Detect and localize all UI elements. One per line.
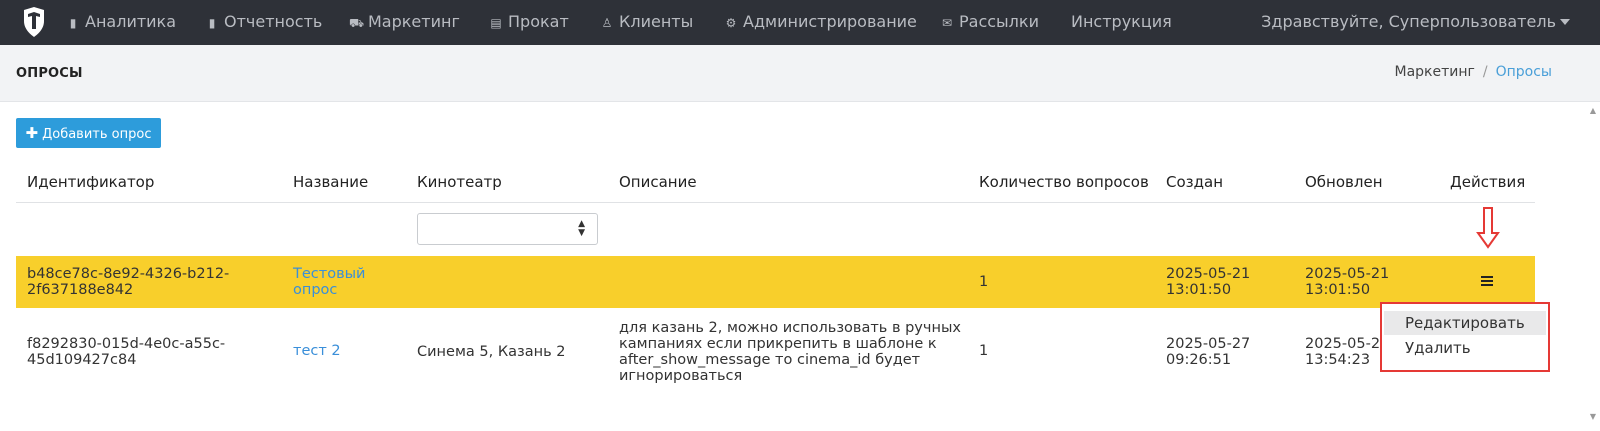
scroll-up-icon[interactable]: ▲ bbox=[1590, 106, 1596, 115]
bar-chart-icon: ▮ bbox=[208, 16, 216, 30]
page-header: ОПРОСЫ Маркетинг / Опросы bbox=[0, 45, 1600, 102]
name-line: Тестовый bbox=[293, 266, 366, 282]
nav-marketing[interactable]: ⛟ Маркетинг bbox=[349, 0, 460, 45]
cell-id: b48ce78c-8e92-4326-b212- 2f637188e842 bbox=[27, 266, 229, 298]
add-survey-button[interactable]: ✚ Добавить опрос bbox=[16, 118, 161, 148]
date-line: 2025-05-2 bbox=[1305, 336, 1381, 352]
film-icon: ▤ bbox=[490, 16, 502, 30]
user-menu[interactable]: Здравствуйте, Суперпользователь bbox=[1261, 0, 1556, 45]
cell-cinema: Синема 5, Казань 2 bbox=[417, 344, 566, 360]
id-line: f8292830-015d-4e0c-a55c- bbox=[27, 336, 226, 352]
scroll-down-icon[interactable]: ▼ bbox=[1590, 412, 1596, 421]
breadcrumb-marketing[interactable]: Маркетинг bbox=[1395, 64, 1475, 80]
breadcrumb-surveys[interactable]: Опросы bbox=[1496, 64, 1552, 80]
nav-clients[interactable]: ♙ Клиенты bbox=[600, 0, 694, 45]
time-line: 13:01:50 bbox=[1166, 282, 1232, 298]
description-line: кампаниях если прикрепить в шаблоне к bbox=[619, 336, 937, 352]
name-line: тест 2 bbox=[293, 343, 341, 359]
cell-updated: 2025-05-2 13:54:23 bbox=[1305, 336, 1380, 368]
cell-created: 2025-05-21 13:01:50 bbox=[1166, 266, 1250, 298]
time-line: 09:26:51 bbox=[1166, 352, 1232, 368]
cell-questions: 1 bbox=[979, 274, 989, 290]
description-line: after_show_message то cinema_id будет bbox=[619, 352, 921, 368]
nav-analytics[interactable]: ▮ Аналитика bbox=[66, 0, 176, 45]
cell-questions: 1 bbox=[979, 343, 989, 359]
envelope-icon: ✉ bbox=[941, 16, 953, 30]
delete-menu-item[interactable]: Удалить bbox=[1384, 336, 1546, 360]
nav-label: Клиенты bbox=[619, 12, 694, 31]
edit-menu-item[interactable]: Редактировать bbox=[1384, 311, 1546, 335]
nav-label: Инструкция bbox=[1071, 12, 1172, 31]
nav-mailings[interactable]: ✉ Рассылки bbox=[940, 0, 1039, 45]
id-line: 45d109427c84 bbox=[27, 352, 137, 368]
cell-description: для казань 2, можно использовать в ручны… bbox=[619, 320, 961, 384]
nav-reports[interactable]: ▮ Отчетность bbox=[205, 0, 323, 45]
plus-icon: ✚ bbox=[25, 124, 39, 142]
col-header-created[interactable]: Создан bbox=[1166, 173, 1223, 191]
col-header-description[interactable]: Описание bbox=[619, 173, 697, 191]
bar-chart-icon: ▮ bbox=[69, 16, 77, 30]
nav-instructions[interactable]: Инструкция bbox=[1071, 0, 1172, 45]
user-icon: ♙ bbox=[601, 16, 613, 30]
id-line: b48ce78c-8e92-4326-b212- bbox=[27, 266, 230, 282]
breadcrumb-separator: / bbox=[1482, 64, 1488, 80]
nav-label: Отчетность bbox=[224, 12, 323, 31]
cart-icon: ⛟ bbox=[349, 16, 365, 30]
cinema-filter-select[interactable]: ▲ ▼ bbox=[417, 213, 598, 245]
user-greeting: Здравствуйте, Суперпользователь bbox=[1261, 12, 1556, 31]
header-divider bbox=[16, 202, 1535, 203]
col-header-questions[interactable]: Количество вопросов bbox=[979, 173, 1149, 191]
nav-label: Прокат bbox=[508, 12, 569, 31]
chevron-down-icon[interactable] bbox=[1560, 19, 1570, 25]
nav-label: Администрирование bbox=[743, 12, 917, 31]
arrow-down-icon bbox=[1476, 207, 1500, 249]
gears-icon: ⚙ bbox=[725, 16, 737, 30]
description-line: игнорироваться bbox=[619, 368, 743, 384]
col-header-name[interactable]: Название bbox=[293, 173, 368, 191]
nav-label: Рассылки bbox=[959, 12, 1039, 31]
cell-created: 2025-05-27 09:26:51 bbox=[1166, 336, 1250, 368]
nav-label: Маркетинг bbox=[368, 12, 460, 31]
survey-name-link[interactable]: Тестовый опрос bbox=[293, 266, 366, 298]
actions-menu-icon[interactable] bbox=[1481, 276, 1493, 286]
add-survey-label: Добавить опрос bbox=[42, 127, 152, 142]
col-header-id[interactable]: Идентификатор bbox=[27, 173, 154, 191]
time-line: 13:54:23 bbox=[1305, 352, 1371, 368]
nav-rental[interactable]: ▤ Прокат bbox=[489, 0, 569, 45]
col-header-actions: Действия bbox=[1450, 173, 1526, 191]
time-line: 13:01:50 bbox=[1305, 282, 1371, 298]
id-line: 2f637188e842 bbox=[27, 282, 134, 298]
col-header-updated[interactable]: Обновлен bbox=[1305, 173, 1383, 191]
cell-id: f8292830-015d-4e0c-a55c- 45d109427c84 bbox=[27, 336, 225, 368]
survey-name-link[interactable]: тест 2 bbox=[293, 343, 341, 359]
description-line: для казань 2, можно использовать в ручны… bbox=[619, 320, 961, 336]
col-header-cinema[interactable]: Кинотеатр bbox=[417, 173, 502, 191]
page-title: ОПРОСЫ bbox=[16, 66, 83, 81]
date-line: 2025-05-27 bbox=[1166, 336, 1251, 352]
nav-label: Аналитика bbox=[85, 12, 177, 31]
logo-icon[interactable] bbox=[22, 7, 46, 37]
nav-administration[interactable]: ⚙ Администрирование bbox=[724, 0, 917, 45]
select-arrows-icon: ▲ ▼ bbox=[578, 219, 585, 238]
cell-updated: 2025-05-21 13:01:50 bbox=[1305, 266, 1389, 298]
top-navbar: ▮ Аналитика ▮ Отчетность ⛟ Маркетинг ▤ Прока… bbox=[0, 0, 1600, 45]
date-line: 2025-05-21 bbox=[1166, 266, 1251, 282]
breadcrumb: Маркетинг / Опросы bbox=[1395, 64, 1553, 80]
name-line: опрос bbox=[293, 282, 338, 298]
date-line: 2025-05-21 bbox=[1305, 266, 1390, 282]
actions-dropdown: Редактировать Удалить bbox=[1380, 302, 1550, 372]
